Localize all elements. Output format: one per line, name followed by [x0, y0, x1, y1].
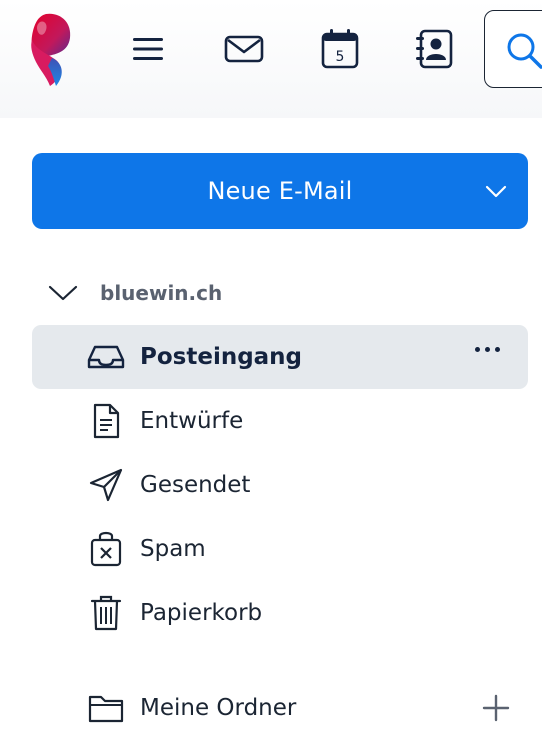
account-toggle[interactable]: bluewin.ch — [48, 278, 222, 308]
calendar-icon: 5 — [321, 29, 359, 69]
chevron-down-icon[interactable] — [484, 179, 508, 203]
trash-icon — [86, 593, 126, 633]
search-button[interactable] — [484, 10, 542, 88]
folder-label: Meine Ordner — [140, 695, 297, 721]
contacts-button[interactable] — [412, 27, 456, 71]
contacts-icon — [416, 29, 453, 69]
send-icon — [86, 465, 126, 505]
folder-spam[interactable]: Spam — [32, 517, 528, 581]
folder-label: Posteingang — [140, 344, 303, 370]
folder-label: Gesendet — [140, 472, 251, 498]
folder-icon — [86, 688, 126, 728]
folder-label: Spam — [140, 536, 206, 562]
spam-icon — [86, 529, 126, 569]
folder-papierkorb[interactable]: Papierkorb — [32, 581, 528, 645]
mail-button[interactable] — [222, 27, 266, 71]
folder-label: Papierkorb — [140, 600, 263, 626]
top-bar: 5 — [0, 0, 542, 118]
account-name: bluewin.ch — [100, 281, 223, 305]
menu-button[interactable] — [126, 27, 170, 71]
document-icon — [86, 401, 126, 441]
new-email-label: Neue E-Mail — [207, 177, 353, 205]
swisscom-logo[interactable] — [26, 10, 76, 90]
folder-label: Entwürfe — [140, 408, 244, 434]
hamburger-menu-icon — [133, 38, 163, 60]
folder-posteingang[interactable]: Posteingang — [32, 325, 528, 389]
new-email-button[interactable]: Neue E-Mail — [32, 153, 528, 229]
search-icon — [507, 33, 542, 69]
chevron-down-icon — [48, 285, 78, 301]
calendar-day: 5 — [336, 49, 345, 65]
add-folder-icon[interactable] — [482, 694, 510, 722]
my-folders[interactable]: Meine Ordner — [32, 676, 528, 740]
calendar-button[interactable]: 5 — [318, 27, 362, 71]
mail-icon — [224, 35, 264, 63]
more-options-icon[interactable] — [475, 347, 500, 352]
folder-entwuerfe[interactable]: Entwürfe — [32, 389, 528, 453]
folder-gesendet[interactable]: Gesendet — [32, 453, 528, 517]
inbox-icon — [86, 337, 126, 377]
